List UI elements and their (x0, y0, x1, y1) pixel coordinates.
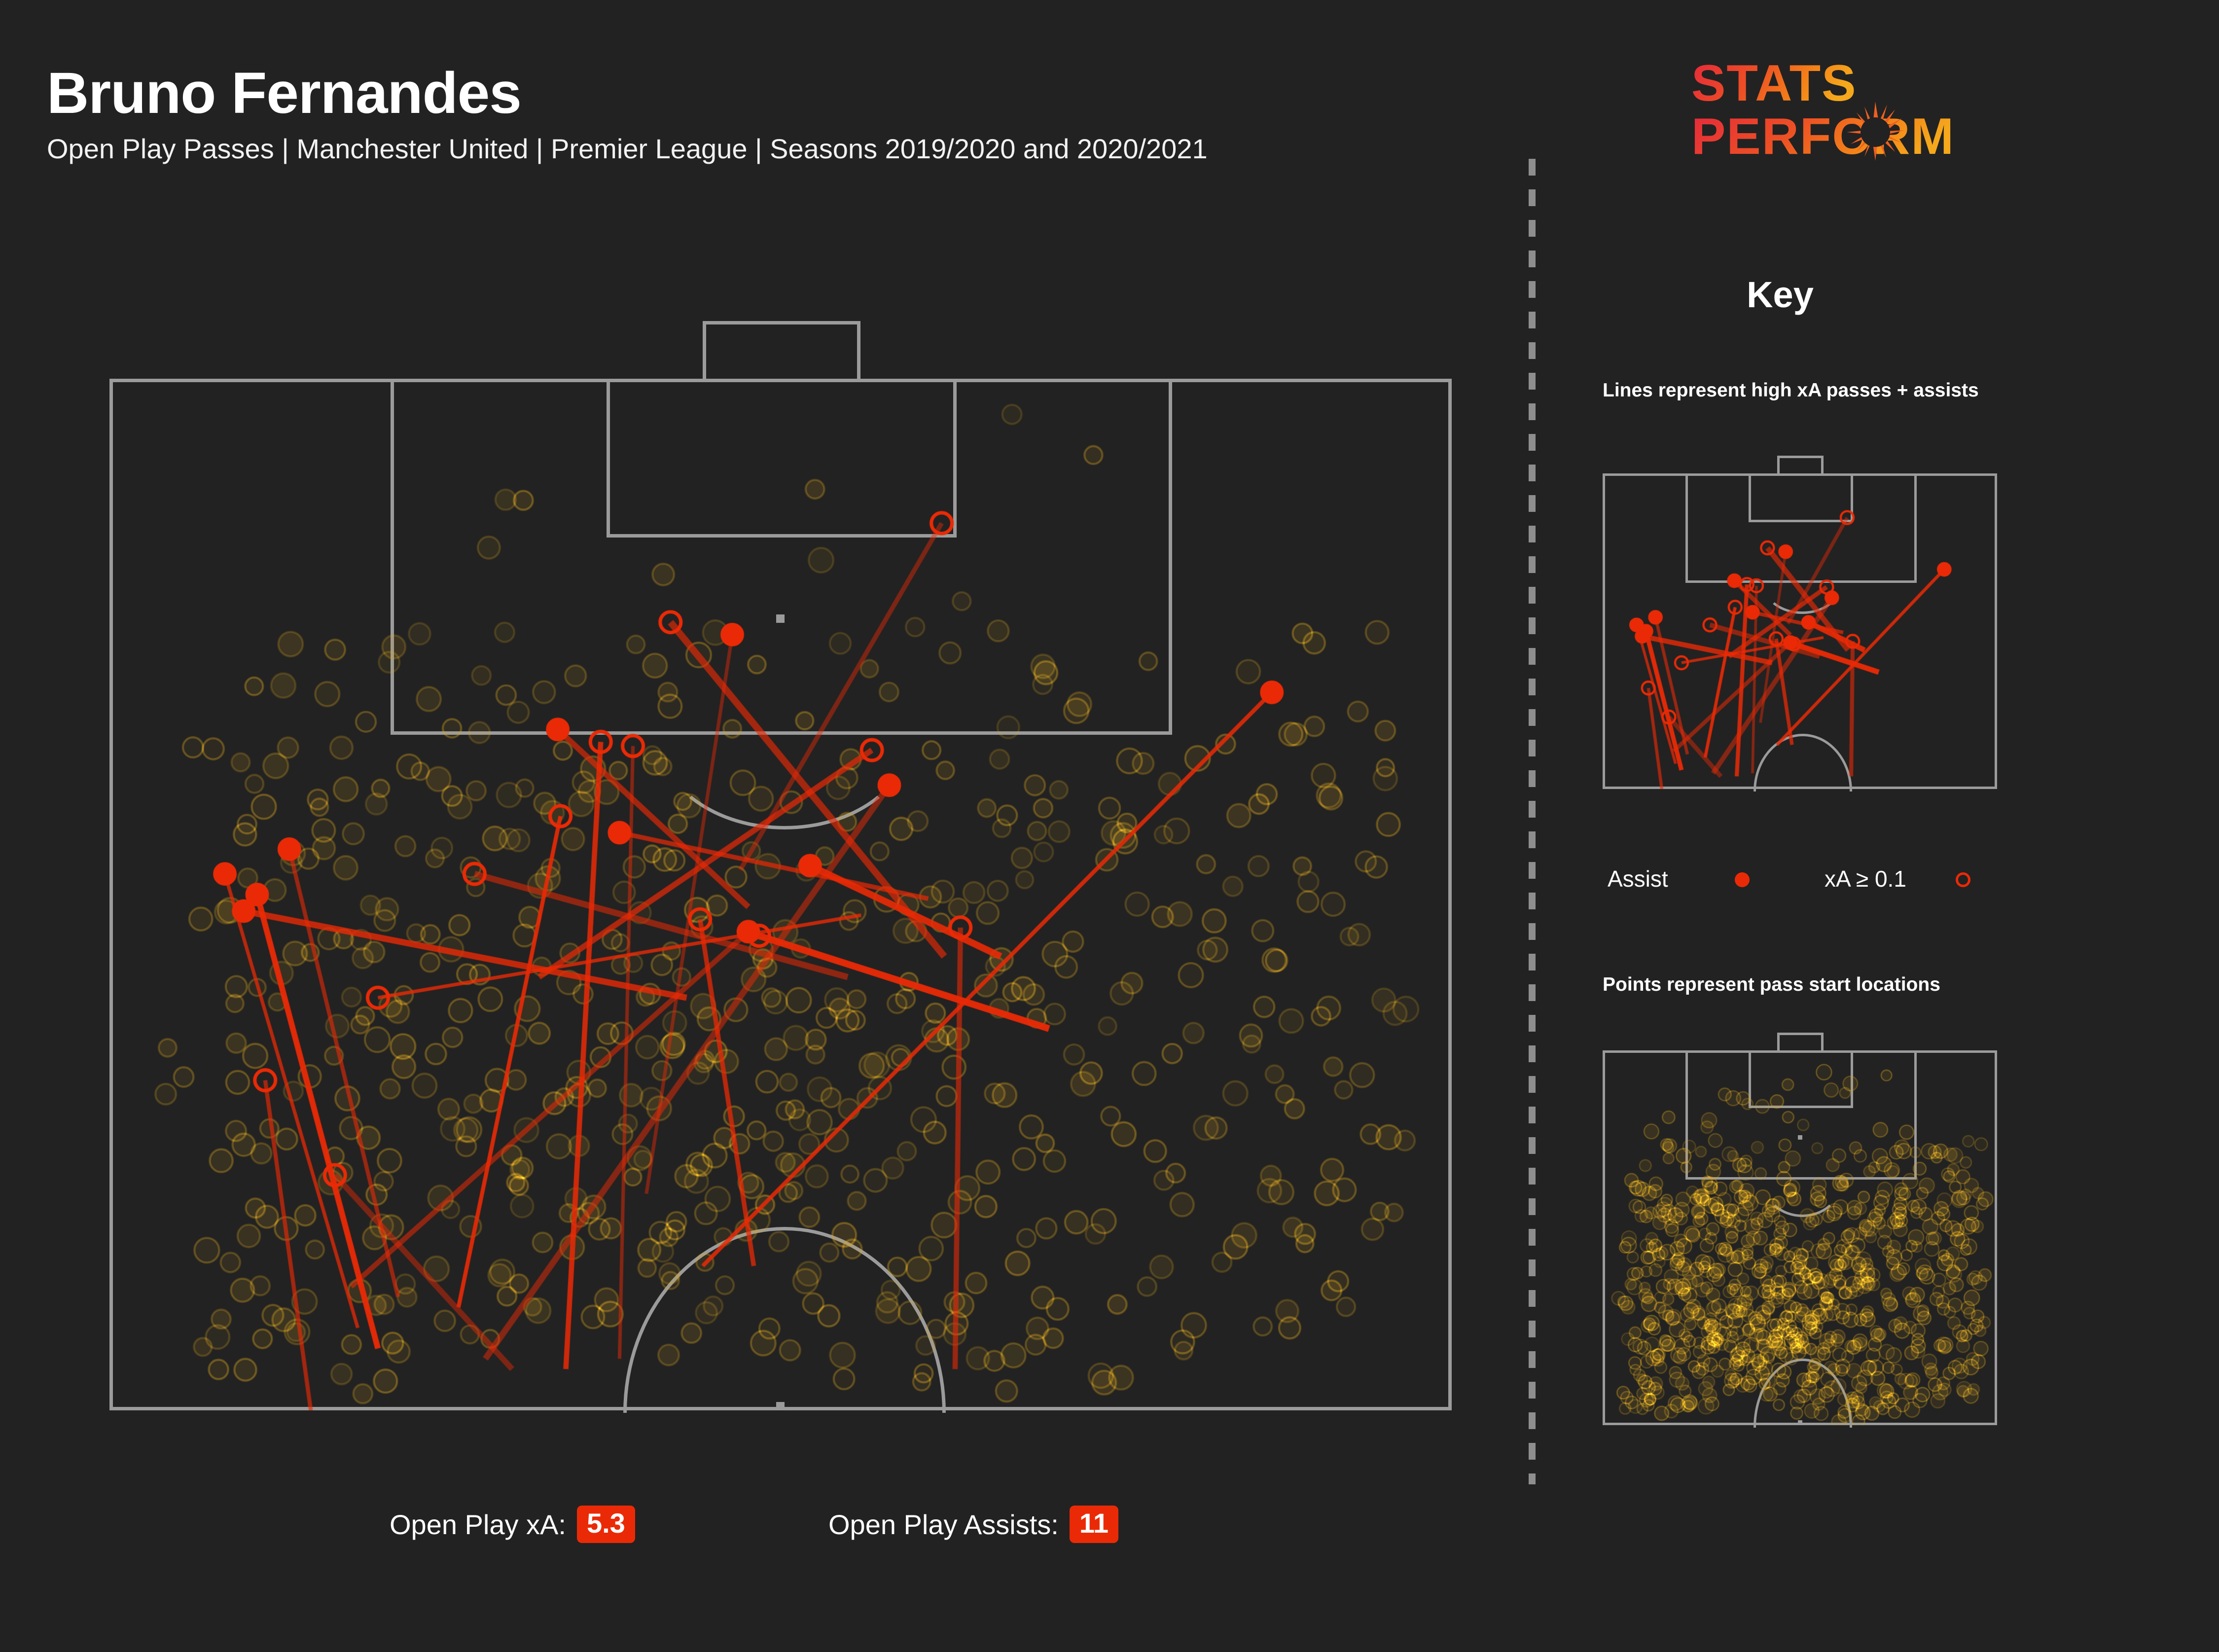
xa-ring-icon (1956, 872, 1970, 887)
key-caption-lines: Lines represent high xA passes + assists (1603, 380, 1979, 401)
key2-goal-right (1821, 1033, 1824, 1050)
key1-goal-left (1777, 456, 1780, 473)
high-xa-pass-lines-layer (109, 379, 1452, 1410)
key-mini-pitch-lines (1603, 456, 1997, 791)
key2-goal-left (1777, 1033, 1780, 1050)
goal-right (857, 321, 860, 379)
stats-perform-logo: STATS PERFORM (1691, 59, 2007, 168)
logo-text-stats: STATS (1691, 59, 1857, 112)
header: Bruno Fernandes Open Play Passes | Manch… (47, 64, 1477, 163)
goal-top (703, 321, 860, 324)
summary-stats-bar: Open Play xA: 5.3 Open Play Assists: 11 (0, 1502, 1529, 1556)
key-pass-lines-layer (1603, 473, 1997, 789)
key-points-layer (1603, 1050, 1997, 1425)
key2-goal-top (1777, 1033, 1824, 1035)
page-title: Bruno Fernandes (47, 61, 522, 126)
key1-goal-right (1821, 456, 1824, 473)
stat-open-play-assists: Open Play Assists: 11 (828, 1502, 1119, 1547)
stat-xa-value: 5.3 (576, 1506, 635, 1543)
stat-open-play-xa: Open Play xA: 5.3 (390, 1502, 635, 1547)
stat-xa-label: Open Play xA: (390, 1508, 566, 1540)
key-caption-points: Points represent pass start locations (1603, 974, 1940, 995)
main-pitch-visualization (109, 321, 1452, 1413)
logo-text-perform: PERFORM (1691, 108, 1955, 165)
stat-assists-value: 11 (1069, 1506, 1119, 1543)
key-mini-pitch-points (1603, 1033, 1997, 1428)
page-subtitle: Open Play Passes | Manchester United | P… (47, 133, 1208, 164)
key-legend: Assist xA ≥ 0.1 (1608, 865, 2012, 900)
assist-dot-icon (1735, 872, 1750, 887)
key1-goal-top (1777, 456, 1824, 458)
goal-left (703, 321, 706, 379)
stat-assists-label: Open Play Assists: (828, 1508, 1059, 1540)
legend-label-xa: xA ≥ 0.1 (1825, 866, 1906, 892)
key-heading: Key (1747, 274, 1814, 315)
legend-label-assist: Assist (1608, 866, 1668, 892)
panel-divider (1529, 148, 1536, 1484)
